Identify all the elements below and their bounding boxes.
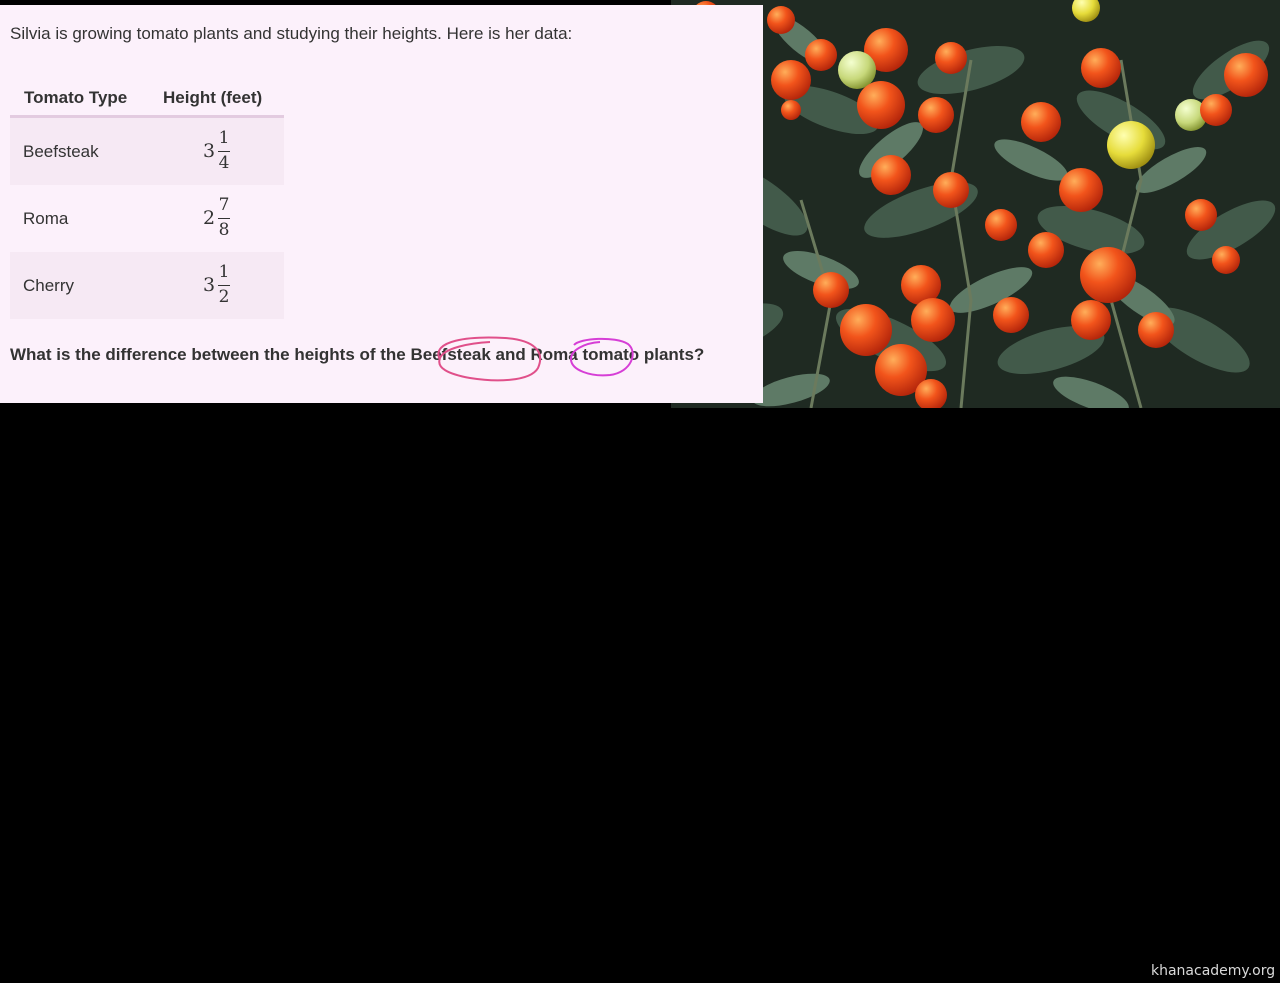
whole-part: 2 <box>203 207 216 229</box>
tomato-type: Beefsteak <box>23 142 99 161</box>
whole-part: 3 <box>203 274 216 296</box>
height-table: Tomato Type Height (feet) Beefsteak 3 1 … <box>10 81 284 319</box>
fraction-bar <box>218 151 230 152</box>
denominator: 8 <box>218 220 230 240</box>
height-value: 2 7 8 <box>203 195 243 243</box>
question-part: What is the difference between the heigh… <box>10 345 411 364</box>
table-row: Roma 2 7 8 <box>10 185 284 252</box>
denominator: 2 <box>218 287 230 307</box>
table-row: Cherry 3 1 2 <box>10 252 284 319</box>
numerator: 1 <box>218 128 230 148</box>
problem-intro: Silvia is growing tomato plants and stud… <box>10 24 573 43</box>
table-row: Beefsteak 3 1 4 <box>10 118 284 185</box>
height-value: 3 1 4 <box>203 128 243 176</box>
fraction-bar <box>218 218 230 219</box>
numerator: 7 <box>218 195 230 215</box>
site-watermark: khanacademy.org <box>1151 963 1276 979</box>
column-header-type: Tomato Type <box>24 88 128 107</box>
table-header-row: Tomato Type Height (feet) <box>10 81 284 118</box>
tomato-type: Roma <box>23 209 69 228</box>
fraction-bar <box>218 285 230 286</box>
column-header-height: Height (feet) <box>163 88 263 107</box>
numerator: 1 <box>218 262 230 282</box>
question-term-roma: Roma <box>530 345 578 364</box>
height-value: 3 1 2 <box>203 262 243 310</box>
tomato-type: Cherry <box>23 276 75 295</box>
whole-part: 3 <box>203 140 216 162</box>
exercise-panel: Silvia is growing tomato plants and stud… <box>0 5 763 403</box>
denominator: 4 <box>218 153 230 173</box>
question-term-beefsteak: Beefsteak <box>410 345 491 364</box>
question-part: tomato plants? <box>577 345 705 364</box>
question-text: What is the difference between the heigh… <box>10 345 704 365</box>
question-part: and <box>490 345 531 364</box>
